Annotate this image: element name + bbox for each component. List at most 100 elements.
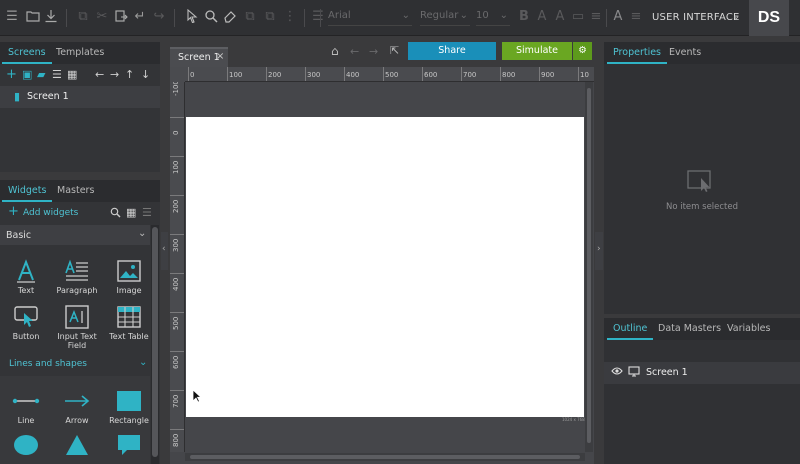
tab-events[interactable]: Events	[663, 42, 707, 64]
simulate-button[interactable]: Simulate	[502, 42, 572, 60]
tab-screen-1[interactable]: Screen 1 ×	[170, 47, 228, 67]
widget-button[interactable]: Button	[4, 302, 48, 341]
tab-properties[interactable]: Properties	[607, 42, 668, 64]
vertical-scroll-thumb[interactable]	[587, 88, 591, 443]
chevron-down-icon: ⌄	[401, 10, 410, 21]
ruler-label: 10	[580, 71, 589, 79]
add-folder-icon[interactable]: ▰	[37, 69, 45, 81]
send-back-icon[interactable]: ⧉	[262, 9, 278, 25]
outline-item[interactable]: Screen 1	[604, 362, 800, 384]
tab-variables[interactable]: Variables	[721, 318, 776, 340]
eraser-icon[interactable]	[222, 9, 238, 25]
text-color-icon[interactable]: A	[534, 9, 550, 25]
no-selection-icon	[687, 170, 713, 197]
tab-outline[interactable]: Outline	[607, 318, 654, 340]
ruler-tick	[227, 67, 228, 81]
ruler-tick	[188, 67, 189, 81]
widget-input-text-field[interactable]: Input Text Field	[55, 302, 99, 350]
font-family-value: Arial	[328, 10, 351, 21]
redo-icon[interactable]: ↪	[151, 9, 167, 25]
ruler-tick	[383, 67, 384, 81]
font-family-select[interactable]: Arial ⌄	[328, 10, 412, 26]
home-icon[interactable]: ⌂	[331, 44, 339, 58]
ruler-tick	[578, 67, 579, 81]
list-view-icon[interactable]: ☰	[52, 69, 62, 81]
copy-icon[interactable]: ⧉	[75, 9, 91, 25]
bring-front-icon[interactable]: ⧉	[242, 9, 258, 25]
ruler-label: 400	[172, 277, 180, 291]
text-format-icon[interactable]: A	[610, 9, 626, 25]
download-icon[interactable]	[43, 9, 59, 25]
widget-text[interactable]: Text	[4, 256, 48, 295]
font-style-select[interactable]: Regular ⌄	[420, 10, 470, 26]
widget-label: Text	[17, 286, 35, 295]
line-icon	[4, 386, 48, 416]
ruler-label: 600	[424, 71, 438, 79]
forward-icon[interactable]: →	[369, 45, 378, 58]
tab-masters[interactable]: Masters	[51, 180, 100, 202]
category-select[interactable]: Basic ⌄	[0, 225, 150, 245]
cut-icon[interactable]: ✂	[94, 9, 110, 25]
close-icon[interactable]: ×	[216, 51, 224, 62]
right-panel-toggle[interactable]: ›	[595, 232, 603, 270]
widget-ellipse[interactable]	[4, 430, 48, 460]
widget-label: Text Table	[109, 332, 149, 341]
screen-page[interactable]	[186, 117, 584, 417]
eye-icon[interactable]	[611, 366, 623, 379]
undo-icon[interactable]: ↵	[132, 9, 148, 25]
group-icon[interactable]: ☰	[310, 9, 326, 25]
add-screen-icon[interactable]: +	[6, 68, 17, 81]
user-avatar[interactable]: DS	[749, 0, 789, 36]
widget-paragraph[interactable]: Paragraph	[55, 256, 99, 295]
widgets-scrollbar[interactable]	[151, 225, 159, 464]
widget-rectangle[interactable]: Rectangle	[107, 386, 151, 425]
lines-shapes-header[interactable]: Lines and shapes ⌄	[0, 356, 150, 374]
paste-icon[interactable]	[113, 9, 129, 25]
add-widgets-link[interactable]: Add widgets	[23, 208, 78, 218]
screen-list-item[interactable]: ▮ Screen 1	[0, 86, 160, 108]
select-pointer-icon[interactable]	[184, 8, 200, 25]
widget-label: Paragraph	[56, 286, 98, 295]
grid-view-icon[interactable]: ▦	[126, 207, 136, 219]
horizontal-scroll-thumb[interactable]	[190, 455, 580, 459]
font-size-select[interactable]: 10 ⌄	[476, 10, 510, 26]
widget-callout[interactable]	[107, 430, 151, 460]
search-icon[interactable]	[110, 207, 121, 221]
workspace-label[interactable]: USER INTERFACE	[652, 12, 740, 23]
arrow-up-icon[interactable]: ↑	[125, 69, 134, 81]
bold-icon[interactable]: B	[516, 9, 532, 25]
tab-screens[interactable]: Screens	[2, 42, 52, 64]
arrow-right-icon[interactable]: →	[110, 69, 119, 81]
widget-text-table[interactable]: Text Table	[107, 302, 151, 341]
section-label: Lines and shapes	[9, 359, 87, 369]
align-icon[interactable]: ⋮	[282, 9, 298, 25]
widget-image[interactable]: Image	[107, 256, 151, 295]
tab-widgets[interactable]: Widgets	[2, 180, 53, 202]
expand-icon[interactable]: ⇱	[390, 44, 399, 57]
back-icon[interactable]: ←	[350, 45, 359, 58]
simulate-settings-button[interactable]: ⚙	[573, 42, 592, 60]
grid-view-icon[interactable]: ▦	[67, 69, 77, 81]
align-left-icon[interactable]: ≡	[588, 9, 604, 25]
tab-data-masters[interactable]: Data Masters	[652, 318, 727, 340]
list-view-icon[interactable]: ☰	[142, 207, 152, 219]
zoom-icon[interactable]	[203, 9, 219, 25]
widget-triangle[interactable]	[55, 430, 99, 460]
tab-templates[interactable]: Templates	[50, 42, 110, 64]
font-color-icon[interactable]: A	[552, 9, 568, 25]
fill-color-icon[interactable]: ▭	[570, 9, 586, 25]
share-button[interactable]: Share	[408, 42, 496, 60]
add-image-icon[interactable]: ▣	[22, 69, 32, 81]
more-format-icon[interactable]: ≡	[628, 9, 644, 25]
left-panel-toggle[interactable]: ‹	[161, 232, 168, 270]
open-folder-icon[interactable]	[25, 9, 41, 25]
arrow-down-icon[interactable]: ↓	[141, 69, 150, 81]
widget-arrow[interactable]: Arrow	[55, 386, 99, 425]
arrow-left-icon[interactable]: ←	[95, 69, 104, 81]
widget-line[interactable]: Line	[4, 386, 48, 425]
category-label: Basic	[6, 230, 32, 241]
menu-icon[interactable]: ☰	[4, 9, 20, 25]
widgets-actions: + Add widgets ▦ ☰	[0, 203, 160, 223]
add-widgets-icon[interactable]: +	[8, 205, 19, 218]
chevron-down-icon[interactable]: ⌄	[732, 11, 740, 22]
